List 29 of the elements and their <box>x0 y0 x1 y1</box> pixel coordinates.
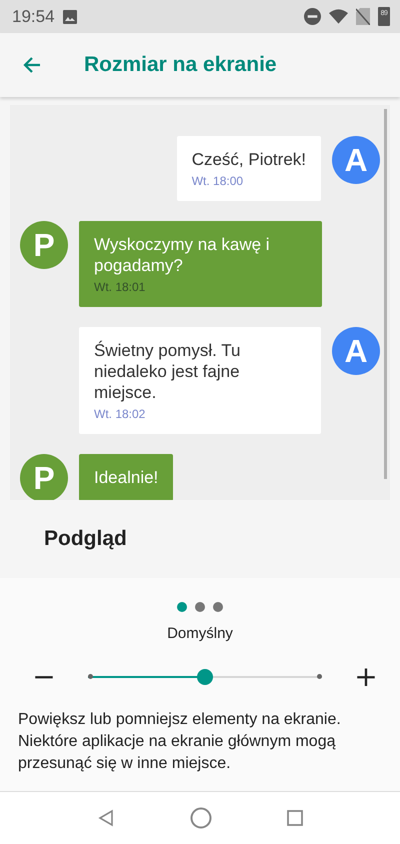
status-time: 19:54 <box>12 6 55 26</box>
preview-label: Podgląd <box>43 526 128 552</box>
message-text: Idealnie! <box>94 467 158 488</box>
avatar: A <box>332 136 380 184</box>
avatar: A <box>332 327 380 375</box>
wifi-icon <box>329 9 348 24</box>
page-dot[interactable] <box>195 602 205 612</box>
message-text: Cześć, Piotrek! <box>192 149 306 170</box>
back-nav-button[interactable] <box>97 809 116 827</box>
size-label: Domyślny <box>167 625 233 642</box>
screen-title: Rozmiar na ekranie <box>84 53 277 77</box>
page-dot[interactable] <box>213 602 223 612</box>
message-time: Wt. 18:01 <box>94 280 146 294</box>
recents-button[interactable] <box>286 810 303 826</box>
home-button[interactable] <box>190 807 212 829</box>
avatar: P <box>20 454 68 500</box>
message-text: Świetny pomysł. Tu niedaleko jest fajne miejsce. <box>94 340 242 403</box>
do-not-disturb-icon <box>304 8 321 25</box>
message-text: Wyskoczymy na kawę i pogadamy? <box>94 234 271 276</box>
decrease-button[interactable]: − <box>30 663 58 691</box>
increase-button[interactable]: + <box>352 663 380 691</box>
description-text: Powiększ lub pomniejsz elementy na ekranie. Niektóre aplikacje na ekranie głównym mogą przesunąć się w inne miejsce. <box>17 710 342 774</box>
image-icon <box>62 10 77 24</box>
no-sim-icon <box>356 8 370 25</box>
message-time: Wt. 18:02 <box>94 407 146 421</box>
page-dot[interactable] <box>177 602 187 612</box>
avatar: P <box>20 221 68 269</box>
slider-thumb[interactable] <box>197 669 213 685</box>
message-time: Wt. 18:00 <box>192 174 244 188</box>
